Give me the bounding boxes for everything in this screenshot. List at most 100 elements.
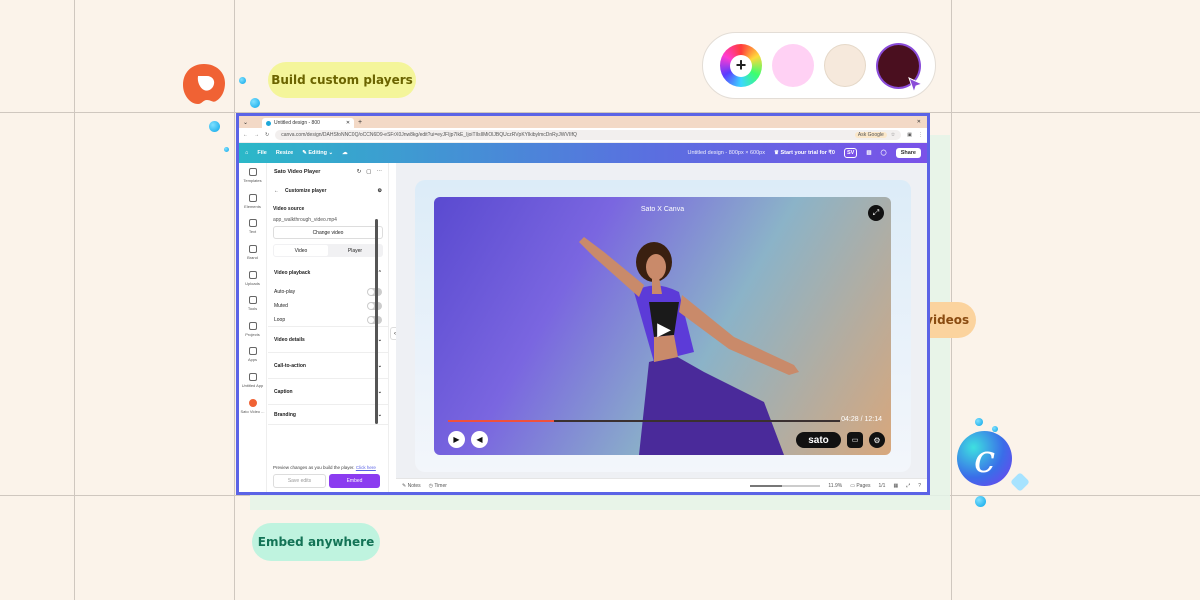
color-palette: + bbox=[702, 32, 936, 99]
rail-item-text[interactable]: Text bbox=[239, 214, 266, 240]
panel-scrollbar[interactable] bbox=[375, 219, 378, 424]
reload-icon[interactable]: ↻ bbox=[265, 132, 269, 138]
extensions-icon[interactable]: ▣ bbox=[907, 132, 912, 138]
url-text: canva.com/design/DAHSfoNNC0Q/oCCN6D9-eSF… bbox=[281, 132, 577, 138]
rail-item-elements[interactable]: Elements bbox=[239, 189, 266, 215]
rail-item-sato-video[interactable]: Sato Video ... bbox=[239, 393, 266, 419]
rail-item-uploads[interactable]: Uploads bbox=[239, 265, 266, 291]
design-title[interactable]: Untitled design - 800px × 600px bbox=[687, 150, 765, 156]
menu-icon[interactable]: ⋮ bbox=[918, 132, 923, 138]
tab-player[interactable]: Player bbox=[328, 245, 382, 256]
close-tab-icon[interactable]: ✕ bbox=[346, 120, 350, 126]
grid-line bbox=[234, 0, 235, 600]
zoom-slider[interactable] bbox=[750, 484, 821, 487]
back-icon[interactable]: ← bbox=[243, 132, 248, 138]
section-label: Call-to-action bbox=[274, 362, 306, 369]
forward-icon[interactable]: → bbox=[254, 132, 259, 138]
timer-button[interactable]: ◷ Timer bbox=[429, 483, 447, 489]
rail-item-templates[interactable]: Templates bbox=[239, 163, 266, 189]
volume-icon[interactable]: ◀ bbox=[471, 431, 488, 448]
callout-build: Build custom players bbox=[268, 62, 416, 98]
editor-footer: ✎ Notes ◷ Timer 11.9% ▭ Pages 1/1 ▦ ⤢ ? bbox=[396, 478, 927, 492]
design-frame: Sato X Canva ⤢ ▶ 04:28 / 12:14 ▶ ◀ sato … bbox=[415, 180, 911, 472]
trial-button[interactable]: ♛ Start your trial for ₹0 bbox=[774, 150, 835, 156]
rail-item-label: Uploads bbox=[245, 280, 260, 286]
section-cta[interactable]: Call-to-action ⌄ bbox=[268, 353, 388, 379]
chevron-down-icon: ⌄ bbox=[377, 388, 382, 395]
sato-brand-badge: sato bbox=[796, 432, 841, 448]
home-icon[interactable]: ⌂ bbox=[245, 150, 248, 156]
star-icon[interactable]: ☆ bbox=[891, 132, 895, 138]
chevron-down-icon: ⌄ bbox=[377, 411, 382, 418]
layout-icon[interactable]: ▢ bbox=[366, 169, 371, 175]
settings-icon[interactable]: ⚙ bbox=[869, 432, 885, 448]
grid-view-icon[interactable]: ▦ bbox=[893, 483, 898, 489]
center-play-icon[interactable]: ▶ bbox=[650, 315, 678, 343]
file-menu[interactable]: File bbox=[257, 150, 266, 156]
cloud-save-icon[interactable]: ☁ bbox=[342, 150, 348, 156]
save-edits-button[interactable]: Save edits bbox=[273, 474, 326, 488]
back-arrow-icon[interactable]: ← bbox=[274, 188, 279, 194]
browser-window: ⌄ Untitled design - 800 ✕ + ✕ ← → ↻ canv… bbox=[236, 113, 930, 495]
sato-icon bbox=[248, 398, 257, 407]
rail-item-label: Elements bbox=[244, 203, 261, 209]
zoom-level[interactable]: 11.9% bbox=[828, 483, 842, 489]
swatch-pink[interactable] bbox=[771, 44, 814, 87]
chevron-up-icon[interactable]: ⌃ bbox=[378, 270, 382, 276]
fullscreen-icon[interactable]: ⤢ bbox=[868, 205, 884, 221]
rail-item-projects[interactable]: Projects bbox=[239, 317, 266, 343]
playback-title: Video playback bbox=[274, 270, 311, 276]
progress-fill bbox=[448, 420, 554, 422]
ask-google-button[interactable]: Ask Google bbox=[854, 132, 887, 138]
analytics-icon[interactable]: ▥ bbox=[866, 150, 871, 156]
rail-item-apps[interactable]: Apps bbox=[239, 342, 266, 368]
new-tab-icon[interactable]: + bbox=[358, 119, 362, 126]
rail-item-untitled-app[interactable]: Untitled App bbox=[239, 368, 266, 394]
click-here-link[interactable]: Click here bbox=[356, 465, 376, 470]
settings-gear-icon[interactable]: ⚙ bbox=[378, 188, 382, 194]
decor-dot bbox=[1010, 472, 1030, 492]
chevron-down-icon: ⌄ bbox=[377, 336, 382, 343]
section-label: Caption bbox=[274, 388, 293, 395]
editing-menu[interactable]: ✎ Editing ⌄ bbox=[302, 150, 333, 156]
rail-item-label: Apps bbox=[247, 357, 258, 363]
section-branding[interactable]: Branding ⌄ bbox=[268, 405, 388, 425]
canva-header: ⌂ File Resize ✎ Editing ⌄ ☁ Untitled des… bbox=[239, 143, 927, 163]
notes-button[interactable]: ✎ Notes bbox=[402, 483, 421, 489]
video-source-label: Video source bbox=[273, 206, 305, 212]
browser-tab[interactable]: Untitled design - 800 ✕ bbox=[262, 118, 355, 128]
callout-embed: Embed anywhere bbox=[252, 523, 380, 561]
cursor-icon bbox=[908, 77, 924, 93]
tab-video[interactable]: Video bbox=[274, 245, 328, 256]
progress-track[interactable] bbox=[448, 420, 840, 422]
close-window-icon[interactable]: ✕ bbox=[917, 119, 921, 125]
decor-dot bbox=[250, 98, 260, 108]
app-panel: Sato Video Player ↻ ▢ ⋯ ← Customize player … bbox=[268, 163, 389, 492]
text-icon bbox=[248, 219, 257, 228]
more-icon[interactable]: ⋯ bbox=[377, 169, 383, 175]
embed-button[interactable]: Embed bbox=[329, 474, 380, 488]
play-icon[interactable]: ▶ bbox=[448, 431, 465, 448]
video-player[interactable]: Sato X Canva ⤢ ▶ 04:28 / 12:14 ▶ ◀ sato … bbox=[434, 197, 891, 455]
chevron-down-icon[interactable]: ⌄ bbox=[243, 119, 248, 126]
section-caption[interactable]: Caption ⌄ bbox=[268, 379, 388, 405]
expand-icon[interactable]: ⤢ bbox=[906, 483, 910, 489]
rail-item-tools[interactable]: Tools bbox=[239, 291, 266, 317]
captions-icon[interactable]: ▭ bbox=[847, 432, 863, 448]
help-icon[interactable]: ? bbox=[918, 483, 921, 489]
side-rail: Templates Elements Text Brand Uploads Tools Pr… bbox=[239, 163, 267, 492]
share-button[interactable]: Share bbox=[895, 148, 921, 158]
zoom-fill bbox=[750, 484, 782, 487]
section-video-details[interactable]: Video details ⌄ bbox=[268, 327, 388, 353]
comments-icon[interactable]: ◯ bbox=[881, 150, 887, 156]
url-field[interactable]: canva.com/design/DAHSfoNNC0Q/oCCN6D9-eSF… bbox=[275, 130, 902, 140]
refresh-icon[interactable]: ↻ bbox=[357, 169, 362, 175]
change-video-button[interactable]: Change video bbox=[273, 226, 383, 239]
pages-button[interactable]: ▭ Pages bbox=[850, 483, 870, 489]
avatar[interactable]: SV bbox=[844, 148, 858, 158]
decor-dot bbox=[975, 418, 983, 426]
rail-item-brand[interactable]: Brand bbox=[239, 240, 266, 266]
resize-menu[interactable]: Resize bbox=[276, 150, 293, 156]
add-color-button[interactable]: + bbox=[720, 44, 762, 87]
swatch-cream[interactable] bbox=[823, 44, 866, 87]
